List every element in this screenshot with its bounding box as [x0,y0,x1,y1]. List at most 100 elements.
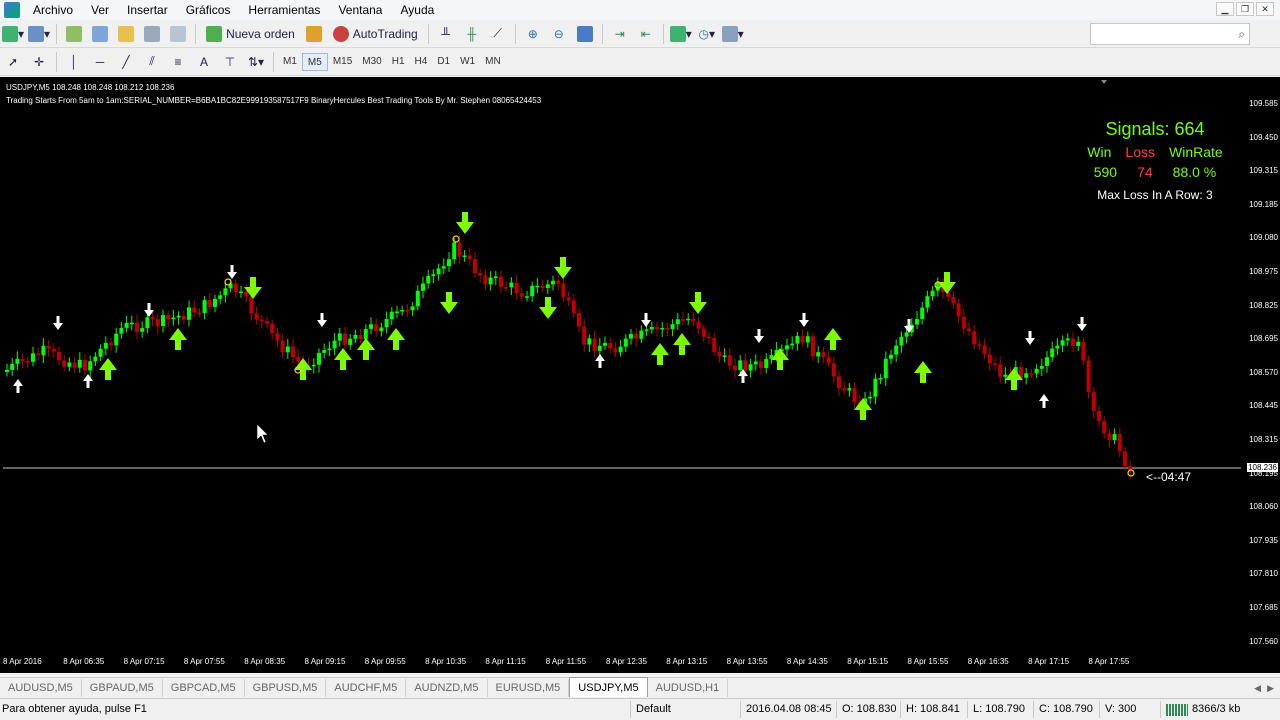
crosshair-button[interactable]: ✛ [28,51,50,73]
terminal-button[interactable] [141,23,163,45]
new-order-button[interactable]: Nueva orden [202,23,299,45]
timeframe-m15[interactable]: M15 [328,53,357,71]
timeframe-d1[interactable]: D1 [432,53,455,71]
vertical-line-button[interactable]: │ [63,51,85,73]
metaeditor-button[interactable] [303,23,325,45]
tab-scroll-right-icon[interactable]: ▶ [1267,679,1274,697]
zoom-out-button[interactable]: ⊖ [548,23,570,45]
menu-ayuda[interactable]: Ayuda [391,0,443,20]
menu-graficos[interactable]: Gráficos [177,0,240,20]
menu-ventana[interactable]: Ventana [329,0,391,20]
timeframe-h4[interactable]: H4 [410,53,433,71]
candle-body [181,315,186,320]
fibonacci-button[interactable]: ≡ [167,51,189,73]
candle-body [1102,420,1107,434]
timeframe-m1[interactable]: M1 [278,53,302,71]
menu-archivo[interactable]: Archivo [24,0,82,20]
candle-body [5,369,9,372]
candle-body [722,355,727,357]
label-button[interactable]: ⊤ [219,51,241,73]
winrate-value: 88.0 % [1172,164,1217,180]
chart-shift-button[interactable]: ⇤ [635,23,657,45]
bar-chart-icon: ╨ [441,26,450,41]
candle-body [483,275,488,285]
candle-body [878,378,883,380]
candle-body [592,338,597,351]
restore-button[interactable]: ❐ [1236,2,1254,16]
candle-body [1076,341,1081,346]
navigator-button[interactable] [89,23,111,45]
data-window-button[interactable] [115,23,137,45]
candle-body [675,319,680,325]
tab-usdjpy-m5[interactable]: USDJPY,M5 [569,677,648,697]
tab-audnzd-m5[interactable]: AUDNZD,M5 [406,679,488,697]
candlestick-button[interactable]: ╫ [461,23,483,45]
candle-body [582,326,587,345]
candle-body [10,363,15,370]
candle-body [233,283,238,293]
search-input[interactable]: ⌕ [1090,23,1250,45]
indicators-button[interactable]: ▾ [669,23,692,45]
menu-herramientas[interactable]: Herramientas [239,0,329,20]
candlestick-chart[interactable] [3,77,1241,673]
candle-body [597,345,602,351]
timeframe-m5[interactable]: M5 [301,52,328,71]
candle-body [987,354,992,364]
status-traffic: 8366/3 kb [1192,703,1241,715]
tab-eurusd-m5[interactable]: EURUSD,M5 [488,679,570,697]
candle-body [613,348,618,353]
candle-body [114,333,119,346]
tab-audusd-m5[interactable]: AUDUSD,M5 [0,679,82,697]
trendline-button[interactable]: ╱ [115,51,137,73]
market-watch-button[interactable] [63,23,85,45]
tile-windows-button[interactable] [574,23,596,45]
chart-window[interactable]: USDJPY,M5 108.248 108.248 108.212 108.23… [0,77,1280,673]
timeframe-w1[interactable]: W1 [455,53,480,71]
tab-scroll-left-icon[interactable]: ◀ [1254,679,1261,697]
chart-header: USDJPY,M5 108.248 108.248 108.212 108.23… [6,83,175,92]
candle-body [883,358,888,379]
arrows-icon: ⇅ [247,54,259,69]
winrate-header: WinRate [1169,144,1223,160]
candle-body [826,357,831,364]
candle-body [1050,348,1055,358]
text-button[interactable]: A [193,51,215,73]
candle-body [197,312,202,315]
channel-button[interactable]: ⫽ [141,51,163,73]
candle-body [337,333,342,341]
timeframe-m30[interactable]: M30 [357,53,386,71]
close-button[interactable]: ✕ [1256,2,1274,16]
cursor-button[interactable]: ➚ [2,51,24,73]
templates-button[interactable]: ▾ [721,23,744,45]
bar-chart-button[interactable]: ╨ [435,23,457,45]
arrows-button[interactable]: ⇅ ▾ [245,51,267,73]
buy-signal-arrow [824,328,842,350]
indicators-icon [669,25,686,42]
candle-body [707,336,711,339]
price-label: 107.935 [1249,535,1278,545]
auto-scroll-button[interactable]: ⇥ [609,23,631,45]
line-chart-button[interactable]: ⟋ [487,23,509,45]
timeframe-mn[interactable]: MN [480,53,506,71]
candle-body [348,338,353,345]
zoom-in-button[interactable]: ⊕ [522,23,544,45]
profiles-button[interactable]: ▾ [28,23,50,45]
menu-ver[interactable]: Ver [82,0,118,20]
horizontal-line-button[interactable]: ─ [89,51,111,73]
minimize-button[interactable]: ▁ [1216,2,1234,16]
tab-gbpcad-m5[interactable]: GBPCAD,M5 [163,679,245,697]
periods-button[interactable]: ◷ ▾ [696,23,718,45]
tester-button[interactable] [167,23,189,45]
menu-insertar[interactable]: Insertar [118,0,177,20]
autotrading-button[interactable]: AutoTrading [329,23,422,45]
chart-shift-marker [1101,80,1107,84]
time-label: 8 Apr 12:35 [606,657,647,666]
tab-audchf-m5[interactable]: AUDCHF,M5 [326,679,407,697]
tab-gbpusd-m5[interactable]: GBPUSD,M5 [245,679,327,697]
tab-audusd-h1[interactable]: AUDUSD,H1 [648,679,729,697]
candle-body [993,363,997,365]
timeframe-h1[interactable]: H1 [387,53,410,71]
tab-gbpaud-m5[interactable]: GBPAUD,M5 [82,679,163,697]
new-chart-button[interactable]: ▾ [2,23,24,45]
candle-body [566,297,571,301]
